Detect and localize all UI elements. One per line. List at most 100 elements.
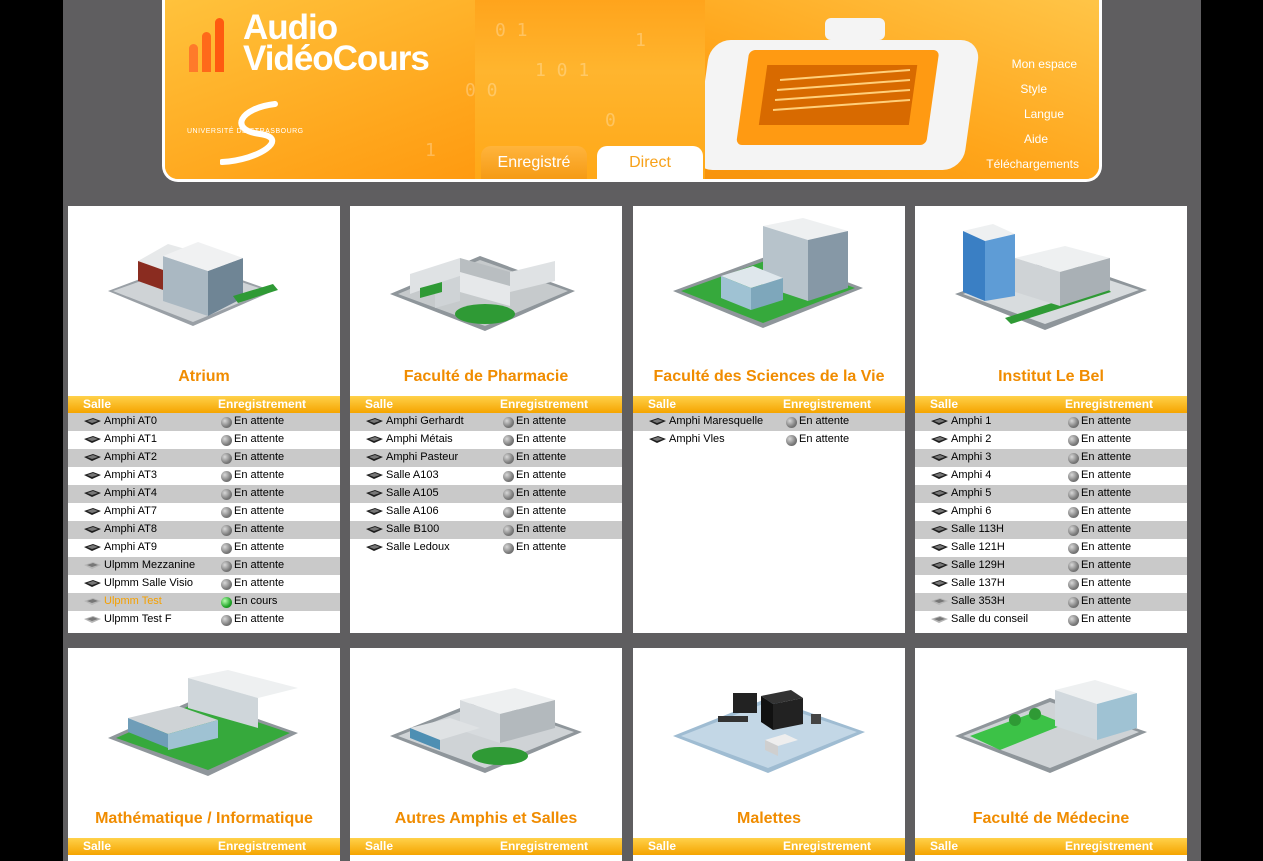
- atrium-building-icon[interactable]: [68, 206, 340, 356]
- room-row[interactable]: Ulpmm Test F En attente: [68, 611, 340, 629]
- room-name[interactable]: Amphi Métais: [386, 433, 453, 445]
- building-title[interactable]: Institut Le Bel: [915, 368, 1187, 386]
- room-row[interactable]: Amphi 1 En attente: [915, 413, 1187, 431]
- room-name[interactable]: Amphi 5: [951, 487, 991, 499]
- room-row[interactable]: Amphi AT2 En attente: [68, 449, 340, 467]
- building-title[interactable]: Faculté de Pharmacie: [350, 368, 622, 386]
- room-name[interactable]: Amphi AT0: [104, 415, 157, 427]
- room-row[interactable]: Ulpmm Mezzanine En attente: [68, 557, 340, 575]
- room-row[interactable]: Amphi Maresquelle En attente: [633, 413, 905, 431]
- room-name[interactable]: Amphi AT8: [104, 523, 157, 535]
- room-row[interactable]: Ulpmm Test En cours: [68, 593, 340, 611]
- room-row[interactable]: Amphi 2 En attente: [915, 431, 1187, 449]
- room-row[interactable]: Salle 129H En attente: [915, 557, 1187, 575]
- room-row[interactable]: Salle B100 En attente: [350, 521, 622, 539]
- camera-icon: [366, 544, 383, 551]
- room-row[interactable]: Salle Ledoux En attente: [350, 539, 622, 557]
- room-row[interactable]: Amphi AT0 En attente: [68, 413, 340, 431]
- room-row[interactable]: Amphi Pasteur En attente: [350, 449, 622, 467]
- tab-recorded[interactable]: Enregistré: [481, 146, 587, 179]
- room-name[interactable]: Ulpmm Mezzanine: [104, 559, 195, 571]
- room-row[interactable]: Salle 353H En attente: [915, 593, 1187, 611]
- room-name[interactable]: Amphi Vles: [669, 433, 725, 445]
- room-row[interactable]: Amphi AT1 En attente: [68, 431, 340, 449]
- autres-building-icon[interactable]: [350, 648, 622, 798]
- university-name: UNIVERSITÉ DE STRASBOURG: [187, 128, 304, 135]
- tab-live[interactable]: Direct: [597, 146, 703, 179]
- room-name[interactable]: Amphi 2: [951, 433, 991, 445]
- room-name[interactable]: Amphi AT7: [104, 505, 157, 517]
- room-name[interactable]: Amphi Gerhardt: [386, 415, 464, 427]
- room-name[interactable]: Amphi 4: [951, 469, 991, 481]
- room-name[interactable]: Salle 129H: [951, 559, 1005, 571]
- building-title[interactable]: Autres Amphis et Salles: [350, 810, 622, 828]
- room-name[interactable]: Salle A106: [386, 505, 439, 517]
- menu-my-space[interactable]: Mon espace: [1012, 57, 1077, 71]
- room-name[interactable]: Amphi 3: [951, 451, 991, 463]
- room-row[interactable]: Salle 137H En attente: [915, 575, 1187, 593]
- building-title[interactable]: Atrium: [68, 368, 340, 386]
- room-row[interactable]: Ulpmm Salle Visio En attente: [68, 575, 340, 593]
- room-row[interactable]: Amphi Gerhardt En attente: [350, 413, 622, 431]
- room-row[interactable]: Amphi 5 En attente: [915, 485, 1187, 503]
- room-name[interactable]: Salle B100: [386, 523, 439, 535]
- room-name[interactable]: Amphi 6: [951, 505, 991, 517]
- room-name[interactable]: Amphi AT2: [104, 451, 157, 463]
- camera-icon: [931, 616, 948, 623]
- room-name[interactable]: Salle 121H: [951, 541, 1005, 553]
- math-info-building-icon[interactable]: [68, 648, 340, 798]
- building-title[interactable]: Mathématique / Informatique: [68, 810, 340, 828]
- room-name[interactable]: Amphi Pasteur: [386, 451, 458, 463]
- room-row[interactable]: Amphi AT8 En attente: [68, 521, 340, 539]
- menu-help[interactable]: Aide: [1024, 132, 1048, 146]
- room-name[interactable]: Ulpmm Test: [104, 595, 162, 607]
- room-name[interactable]: Salle du conseil: [951, 613, 1028, 625]
- room-row[interactable]: Amphi 3 En attente: [915, 449, 1187, 467]
- room-row[interactable]: Amphi AT7 En attente: [68, 503, 340, 521]
- recording-status: En attente: [516, 487, 567, 499]
- menu-downloads[interactable]: Téléchargements: [986, 157, 1079, 171]
- camera-icon: [931, 436, 948, 443]
- room-name[interactable]: Ulpmm Test F: [104, 613, 172, 625]
- building-title[interactable]: Malettes: [633, 810, 905, 828]
- room-row[interactable]: Amphi AT4 En attente: [68, 485, 340, 503]
- room-name[interactable]: Amphi 1: [951, 415, 991, 427]
- room-name[interactable]: Amphi AT1: [104, 433, 157, 445]
- room-row[interactable]: Salle 113H En attente: [915, 521, 1187, 539]
- room-name[interactable]: Amphi AT9: [104, 541, 157, 553]
- le-bel-building-icon[interactable]: [915, 206, 1187, 356]
- menu-style[interactable]: Style: [1020, 82, 1047, 96]
- menu-language[interactable]: Langue: [1024, 107, 1064, 121]
- pharmacie-building-icon[interactable]: [350, 206, 622, 356]
- room-row[interactable]: Amphi AT9 En attente: [68, 539, 340, 557]
- room-row[interactable]: Salle du conseil En attente: [915, 611, 1187, 629]
- room-row[interactable]: Salle A103 En attente: [350, 467, 622, 485]
- room-name[interactable]: Salle A103: [386, 469, 439, 481]
- room-name[interactable]: Amphi AT4: [104, 487, 157, 499]
- room-name[interactable]: Salle 113H: [951, 523, 1004, 535]
- room-row[interactable]: Amphi Vles En attente: [633, 431, 905, 449]
- room-row[interactable]: Amphi AT3 En attente: [68, 467, 340, 485]
- room-row[interactable]: Amphi Métais En attente: [350, 431, 622, 449]
- recording-status: En attente: [234, 577, 285, 589]
- room-name[interactable]: Salle 137H: [951, 577, 1005, 589]
- building-title[interactable]: Faculté des Sciences de la Vie: [633, 368, 905, 386]
- medecine-building-icon[interactable]: [915, 648, 1187, 798]
- room-name[interactable]: Salle Ledoux: [386, 541, 450, 553]
- table-header: Salle Enregistrement: [350, 838, 622, 855]
- room-name[interactable]: Salle A105: [386, 487, 439, 499]
- malettes-equipment-icon[interactable]: [633, 648, 905, 798]
- recording-status: En attente: [516, 433, 567, 445]
- room-name[interactable]: Ulpmm Salle Visio: [104, 577, 193, 589]
- room-name[interactable]: Amphi Maresquelle: [669, 415, 763, 427]
- room-name[interactable]: Salle 353H: [951, 595, 1005, 607]
- room-row[interactable]: Salle 121H En attente: [915, 539, 1187, 557]
- room-row[interactable]: Amphi 6 En attente: [915, 503, 1187, 521]
- room-row[interactable]: Salle A106 En attente: [350, 503, 622, 521]
- building-title[interactable]: Faculté de Médecine: [915, 810, 1187, 828]
- room-row[interactable]: Salle A105 En attente: [350, 485, 622, 503]
- room-row[interactable]: Amphi 4 En attente: [915, 467, 1187, 485]
- app-logo[interactable]: Audio VidéoCours: [243, 10, 430, 76]
- room-name[interactable]: Amphi AT3: [104, 469, 157, 481]
- sciences-vie-building-icon[interactable]: [633, 206, 905, 356]
